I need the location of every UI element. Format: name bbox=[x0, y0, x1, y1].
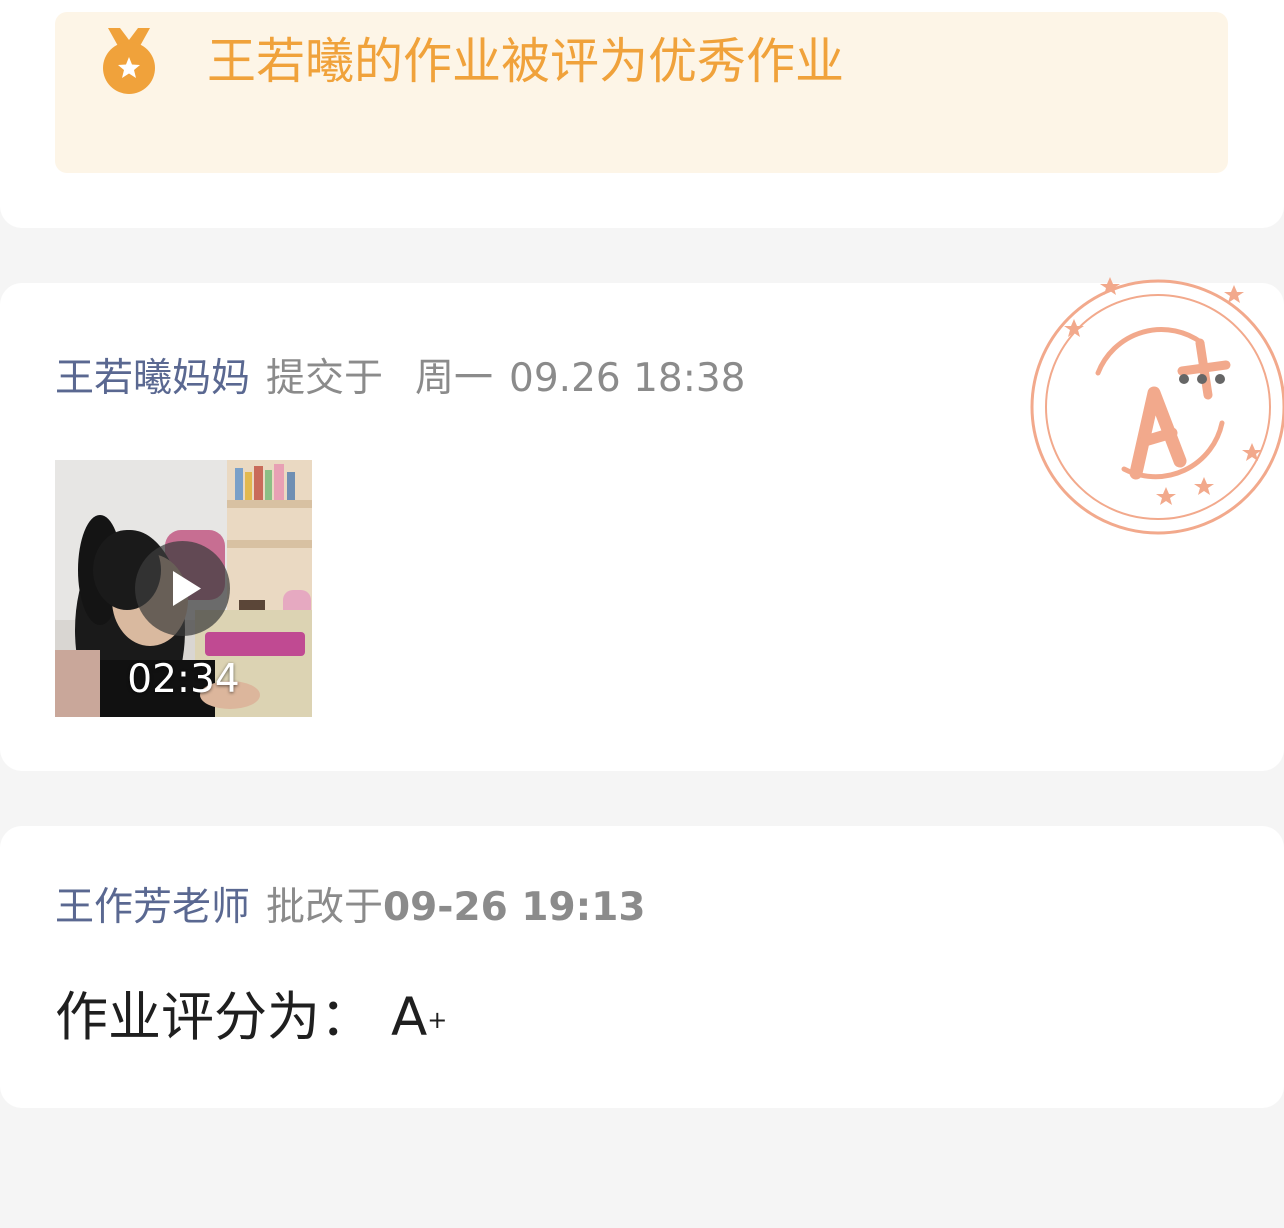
score-grade: A+ bbox=[391, 987, 447, 1048]
video-thumbnail[interactable]: 02:34 bbox=[55, 460, 312, 717]
banner-text: 王若曦的作业被评为优秀作业 bbox=[207, 33, 845, 90]
grade-plus: + bbox=[427, 1006, 448, 1034]
submit-action-label: 提交于 bbox=[266, 356, 384, 401]
submitter-name[interactable]: 王若曦妈妈 bbox=[55, 356, 250, 401]
video-duration: 02:34 bbox=[127, 657, 240, 702]
grade-stamp-icon bbox=[1030, 277, 1284, 535]
review-datetime: 09-26 19:13 bbox=[383, 885, 646, 930]
medal-icon bbox=[103, 28, 155, 94]
submit-datetime: 09.26 18:38 bbox=[509, 356, 746, 401]
score-label: 作业评分为： bbox=[55, 987, 373, 1048]
more-dots-icon[interactable] bbox=[1176, 368, 1228, 390]
play-icon bbox=[173, 571, 201, 606]
submit-weekday: 周一 bbox=[415, 356, 494, 401]
review-action-label: 批改于 bbox=[266, 885, 384, 930]
score-line: 作业评分为： A+ bbox=[55, 986, 447, 1050]
reviewer-name[interactable]: 王作芳老师 bbox=[55, 885, 250, 930]
submission-card: 王若曦妈妈 提交于 周一 09.26 18:38 02:34 bbox=[0, 277, 1284, 771]
submission-meta: 王若曦妈妈 提交于 周一 09.26 18:38 bbox=[55, 354, 745, 404]
play-button[interactable] bbox=[135, 541, 230, 636]
review-meta: 王作芳老师 批改于09-26 19:13 bbox=[55, 883, 645, 933]
review-card: 王作芳老师 批改于09-26 19:13 作业评分为： A+ bbox=[0, 826, 1284, 1108]
grade-letter: A bbox=[391, 987, 428, 1048]
highlight-card: 王若曦的作业被评为优秀作业 bbox=[0, 0, 1284, 228]
